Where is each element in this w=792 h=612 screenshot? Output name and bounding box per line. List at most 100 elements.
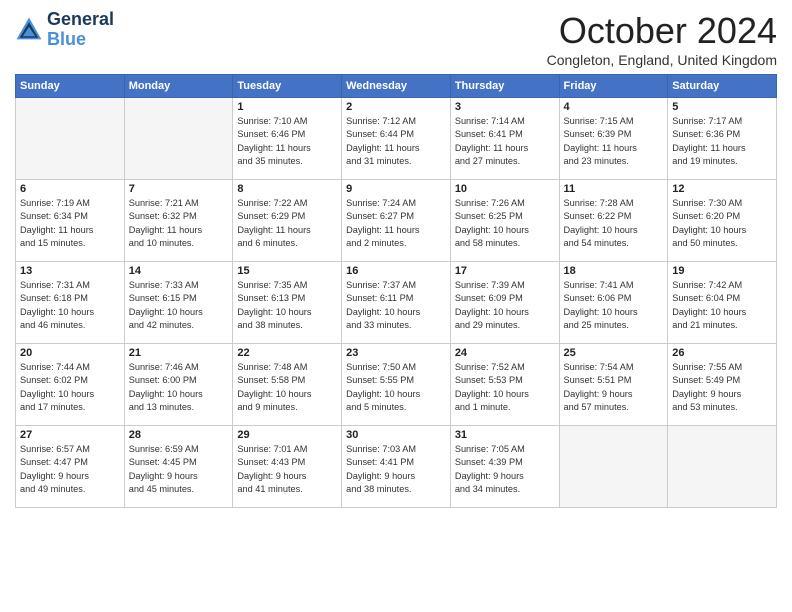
day-number: 16	[346, 265, 446, 277]
day-info: Sunrise: 7:55 AM Sunset: 5:49 PM Dayligh…	[672, 361, 772, 414]
calendar-cell: 25 Sunrise: 7:54 AM Sunset: 5:51 PM Dayli…	[559, 344, 668, 426]
calendar-cell	[124, 98, 233, 180]
logo: General Blue	[15, 10, 114, 50]
day-number: 8	[237, 183, 337, 195]
calendar-cell: 6 Sunrise: 7:19 AM Sunset: 6:34 PM Daylig…	[16, 180, 125, 262]
day-number: 2	[346, 101, 446, 113]
day-number: 1	[237, 101, 337, 113]
day-number: 4	[564, 101, 664, 113]
day-info: Sunrise: 7:15 AM Sunset: 6:39 PM Dayligh…	[564, 115, 664, 168]
day-number: 12	[672, 183, 772, 195]
logo-text: General Blue	[47, 10, 114, 50]
day-info: Sunrise: 7:48 AM Sunset: 5:58 PM Dayligh…	[237, 361, 337, 414]
day-header-saturday: Saturday	[668, 75, 777, 98]
day-header-thursday: Thursday	[450, 75, 559, 98]
day-info: Sunrise: 7:26 AM Sunset: 6:25 PM Dayligh…	[455, 197, 555, 250]
location: Congleton, England, United Kingdom	[547, 52, 777, 68]
calendar-cell: 21 Sunrise: 7:46 AM Sunset: 6:00 PM Dayli…	[124, 344, 233, 426]
day-number: 26	[672, 347, 772, 359]
day-info: Sunrise: 7:46 AM Sunset: 6:00 PM Dayligh…	[129, 361, 229, 414]
day-info: Sunrise: 7:21 AM Sunset: 6:32 PM Dayligh…	[129, 197, 229, 250]
day-info: Sunrise: 7:03 AM Sunset: 4:41 PM Dayligh…	[346, 443, 446, 496]
week-row-4: 27 Sunrise: 6:57 AM Sunset: 4:47 PM Dayli…	[16, 426, 777, 508]
title-block: October 2024 Congleton, England, United …	[547, 10, 777, 68]
calendar-cell: 22 Sunrise: 7:48 AM Sunset: 5:58 PM Dayli…	[233, 344, 342, 426]
calendar-cell: 9 Sunrise: 7:24 AM Sunset: 6:27 PM Daylig…	[342, 180, 451, 262]
day-number: 20	[20, 347, 120, 359]
day-info: Sunrise: 7:54 AM Sunset: 5:51 PM Dayligh…	[564, 361, 664, 414]
day-info: Sunrise: 6:59 AM Sunset: 4:45 PM Dayligh…	[129, 443, 229, 496]
day-info: Sunrise: 7:19 AM Sunset: 6:34 PM Dayligh…	[20, 197, 120, 250]
calendar-cell: 14 Sunrise: 7:33 AM Sunset: 6:15 PM Dayli…	[124, 262, 233, 344]
day-number: 27	[20, 429, 120, 441]
calendar-cell: 19 Sunrise: 7:42 AM Sunset: 6:04 PM Dayli…	[668, 262, 777, 344]
day-number: 19	[672, 265, 772, 277]
calendar-cell: 20 Sunrise: 7:44 AM Sunset: 6:02 PM Dayli…	[16, 344, 125, 426]
calendar-cell: 3Sunrise: 7:14 AM Sunset: 6:41 PM Daylig…	[450, 98, 559, 180]
day-info: Sunrise: 7:44 AM Sunset: 6:02 PM Dayligh…	[20, 361, 120, 414]
day-number: 18	[564, 265, 664, 277]
calendar-cell: 15Sunrise: 7:35 AM Sunset: 6:13 PM Dayli…	[233, 262, 342, 344]
calendar-cell: 11Sunrise: 7:28 AM Sunset: 6:22 PM Dayli…	[559, 180, 668, 262]
day-number: 24	[455, 347, 555, 359]
calendar-cell: 7 Sunrise: 7:21 AM Sunset: 6:32 PM Daylig…	[124, 180, 233, 262]
day-info: Sunrise: 7:41 AM Sunset: 6:06 PM Dayligh…	[564, 279, 664, 332]
month-title: October 2024	[547, 10, 777, 52]
calendar-cell: 30 Sunrise: 7:03 AM Sunset: 4:41 PM Dayli…	[342, 426, 451, 508]
day-header-sunday: Sunday	[16, 75, 125, 98]
day-number: 14	[129, 265, 229, 277]
week-row-3: 20 Sunrise: 7:44 AM Sunset: 6:02 PM Dayli…	[16, 344, 777, 426]
day-info: Sunrise: 7:12 AM Sunset: 6:44 PM Dayligh…	[346, 115, 446, 168]
day-info: Sunrise: 7:33 AM Sunset: 6:15 PM Dayligh…	[129, 279, 229, 332]
day-info: Sunrise: 7:24 AM Sunset: 6:27 PM Dayligh…	[346, 197, 446, 250]
calendar-cell: 1Sunrise: 7:10 AM Sunset: 6:46 PM Daylig…	[233, 98, 342, 180]
day-number: 6	[20, 183, 120, 195]
day-number: 25	[564, 347, 664, 359]
calendar-cell	[16, 98, 125, 180]
week-row-0: 1Sunrise: 7:10 AM Sunset: 6:46 PM Daylig…	[16, 98, 777, 180]
day-info: Sunrise: 7:28 AM Sunset: 6:22 PM Dayligh…	[564, 197, 664, 250]
day-number: 13	[20, 265, 120, 277]
calendar-cell: 23Sunrise: 7:50 AM Sunset: 5:55 PM Dayli…	[342, 344, 451, 426]
calendar-cell: 31Sunrise: 7:05 AM Sunset: 4:39 PM Dayli…	[450, 426, 559, 508]
day-info: Sunrise: 7:39 AM Sunset: 6:09 PM Dayligh…	[455, 279, 555, 332]
day-header-friday: Friday	[559, 75, 668, 98]
day-header-tuesday: Tuesday	[233, 75, 342, 98]
logo-line2: Blue	[47, 29, 86, 49]
day-number: 7	[129, 183, 229, 195]
day-number: 28	[129, 429, 229, 441]
day-number: 21	[129, 347, 229, 359]
day-info: Sunrise: 7:35 AM Sunset: 6:13 PM Dayligh…	[237, 279, 337, 332]
calendar-cell: 4 Sunrise: 7:15 AM Sunset: 6:39 PM Daylig…	[559, 98, 668, 180]
day-number: 17	[455, 265, 555, 277]
day-number: 29	[237, 429, 337, 441]
header: General Blue October 2024 Congleton, Eng…	[15, 10, 777, 68]
logo-icon	[15, 16, 43, 44]
day-info: Sunrise: 7:22 AM Sunset: 6:29 PM Dayligh…	[237, 197, 337, 250]
day-number: 23	[346, 347, 446, 359]
page: General Blue October 2024 Congleton, Eng…	[0, 0, 792, 518]
calendar-cell: 12Sunrise: 7:30 AM Sunset: 6:20 PM Dayli…	[668, 180, 777, 262]
calendar-table: SundayMondayTuesdayWednesdayThursdayFrid…	[15, 74, 777, 508]
day-info: Sunrise: 7:42 AM Sunset: 6:04 PM Dayligh…	[672, 279, 772, 332]
calendar-cell: 2 Sunrise: 7:12 AM Sunset: 6:44 PM Daylig…	[342, 98, 451, 180]
calendar-cell: 18 Sunrise: 7:41 AM Sunset: 6:06 PM Dayli…	[559, 262, 668, 344]
logo-line1: General	[47, 10, 114, 30]
day-info: Sunrise: 7:14 AM Sunset: 6:41 PM Dayligh…	[455, 115, 555, 168]
day-info: Sunrise: 7:31 AM Sunset: 6:18 PM Dayligh…	[20, 279, 120, 332]
week-row-1: 6 Sunrise: 7:19 AM Sunset: 6:34 PM Daylig…	[16, 180, 777, 262]
day-info: Sunrise: 6:57 AM Sunset: 4:47 PM Dayligh…	[20, 443, 120, 496]
calendar-cell: 8 Sunrise: 7:22 AM Sunset: 6:29 PM Daylig…	[233, 180, 342, 262]
day-info: Sunrise: 7:37 AM Sunset: 6:11 PM Dayligh…	[346, 279, 446, 332]
day-number: 9	[346, 183, 446, 195]
calendar-cell	[559, 426, 668, 508]
day-header-wednesday: Wednesday	[342, 75, 451, 98]
calendar-cell: 10 Sunrise: 7:26 AM Sunset: 6:25 PM Dayli…	[450, 180, 559, 262]
day-number: 10	[455, 183, 555, 195]
day-number: 22	[237, 347, 337, 359]
calendar-cell: 29Sunrise: 7:01 AM Sunset: 4:43 PM Dayli…	[233, 426, 342, 508]
calendar-cell	[668, 426, 777, 508]
day-number: 30	[346, 429, 446, 441]
day-number: 31	[455, 429, 555, 441]
calendar-cell: 26 Sunrise: 7:55 AM Sunset: 5:49 PM Dayli…	[668, 344, 777, 426]
